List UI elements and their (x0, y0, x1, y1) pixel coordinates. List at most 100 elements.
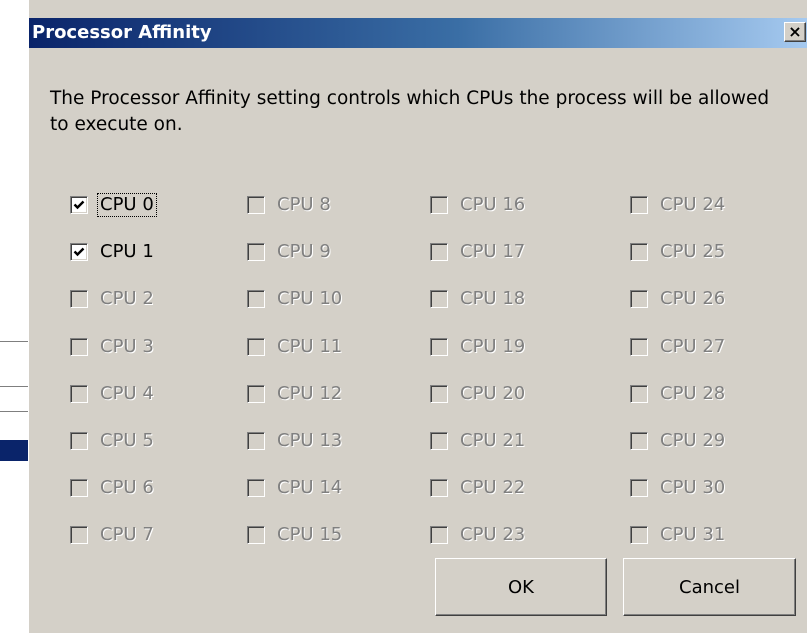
cpu-checkbox-19: CPU 19 (430, 333, 527, 361)
cpu-checkbox-1[interactable]: CPU 1 (70, 238, 156, 266)
cpu-checkbox-5: CPU 5 (70, 427, 156, 455)
checkbox-box (430, 290, 448, 308)
cancel-button[interactable]: Cancel (623, 558, 796, 616)
checkbox-box (247, 196, 265, 214)
cpu-checkbox-12: CPU 12 (247, 380, 344, 408)
cpu-label: CPU 8 (277, 194, 331, 215)
cpu-label: CPU 21 (460, 430, 526, 451)
background-window-line (0, 411, 28, 412)
cpu-checkbox-23: CPU 23 (430, 521, 527, 549)
cpu-label: CPU 19 (460, 336, 526, 357)
cpu-label: CPU 24 (660, 194, 726, 215)
cpu-checkbox-6: CPU 6 (70, 474, 156, 502)
cpu-checkbox-18: CPU 18 (430, 285, 527, 313)
checkbox-box (247, 338, 265, 356)
cpu-checkbox-7: CPU 7 (70, 521, 156, 549)
cpu-label: CPU 1 (100, 241, 154, 262)
cpu-checkbox-0[interactable]: CPU 0 (70, 191, 157, 219)
ok-button[interactable]: OK (435, 558, 607, 616)
cpu-checkbox-22: CPU 22 (430, 474, 527, 502)
cpu-checkbox-15: CPU 15 (247, 521, 344, 549)
checkbox-box (70, 385, 88, 403)
checkbox-box (630, 243, 648, 261)
cpu-label: CPU 11 (277, 336, 343, 357)
cpu-checkbox-31: CPU 31 (630, 521, 727, 549)
cpu-label: CPU 5 (100, 430, 154, 451)
cpu-label: CPU 6 (100, 477, 154, 498)
checkbox-box[interactable] (70, 243, 88, 261)
checkbox-box (70, 432, 88, 450)
checkbox-box (430, 196, 448, 214)
cpu-label: CPU 25 (660, 241, 726, 262)
cpu-checkbox-3: CPU 3 (70, 333, 156, 361)
checkbox-box (430, 432, 448, 450)
cpu-checkbox-17: CPU 17 (430, 238, 527, 266)
cpu-label: CPU 30 (660, 477, 726, 498)
checkbox-box (430, 385, 448, 403)
checkbox-box (630, 196, 648, 214)
check-mark-icon (73, 247, 85, 257)
title-bar[interactable]: Processor Affinity × (29, 18, 807, 48)
cpu-label: CPU 31 (660, 524, 726, 545)
cpu-checkbox-24: CPU 24 (630, 191, 727, 219)
checkbox-box (630, 338, 648, 356)
checkbox-box (430, 479, 448, 497)
cpu-checkbox-30: CPU 30 (630, 474, 727, 502)
cpu-checkbox-9: CPU 9 (247, 238, 333, 266)
cpu-label: CPU 18 (460, 288, 526, 309)
cpu-checkbox-29: CPU 29 (630, 427, 727, 455)
cpu-checkbox-4: CPU 4 (70, 380, 156, 408)
cpu-label: CPU 2 (100, 288, 154, 309)
cpu-checkbox-26: CPU 26 (630, 285, 727, 313)
checkbox-box (630, 290, 648, 308)
cpu-checkbox-20: CPU 20 (430, 380, 527, 408)
cpu-checkbox-13: CPU 13 (247, 427, 344, 455)
cpu-label: CPU 23 (460, 524, 526, 545)
checkbox-box (70, 479, 88, 497)
checkbox-box (247, 526, 265, 544)
cpu-checkbox-11: CPU 11 (247, 333, 344, 361)
background-window (0, 0, 28, 633)
checkbox-box[interactable] (70, 196, 88, 214)
checkbox-box (430, 338, 448, 356)
cpu-label: CPU 12 (277, 383, 343, 404)
cpu-label: CPU 22 (460, 477, 526, 498)
affinity-description: The Processor Affinity setting controls … (50, 88, 770, 135)
checkbox-box (70, 338, 88, 356)
cpu-label: CPU 17 (460, 241, 526, 262)
cpu-label: CPU 28 (660, 383, 726, 404)
cpu-label: CPU 0 (97, 193, 157, 217)
checkbox-box (630, 526, 648, 544)
cpu-label: CPU 29 (660, 430, 726, 451)
cpu-label: CPU 13 (277, 430, 343, 451)
cpu-checkbox-28: CPU 28 (630, 380, 727, 408)
cpu-label: CPU 3 (100, 336, 154, 357)
cpu-checkbox-2: CPU 2 (70, 285, 156, 313)
cpu-label: CPU 14 (277, 477, 343, 498)
cpu-checkbox-14: CPU 14 (247, 474, 344, 502)
cpu-checkbox-8: CPU 8 (247, 191, 333, 219)
checkbox-box (630, 432, 648, 450)
checkbox-box (247, 479, 265, 497)
cpu-checkbox-10: CPU 10 (247, 285, 344, 313)
close-icon: × (788, 22, 802, 41)
checkbox-box (70, 526, 88, 544)
background-window-line (0, 386, 28, 387)
checkbox-box (630, 385, 648, 403)
check-mark-icon (73, 200, 85, 210)
background-window-selection (0, 440, 28, 461)
checkbox-box (247, 243, 265, 261)
cpu-label: CPU 15 (277, 524, 343, 545)
close-button[interactable]: × (784, 22, 806, 42)
checkbox-box (70, 290, 88, 308)
checkbox-box (247, 385, 265, 403)
checkbox-box (247, 290, 265, 308)
cpu-checkbox-21: CPU 21 (430, 427, 527, 455)
checkbox-box (430, 526, 448, 544)
cpu-label: CPU 16 (460, 194, 526, 215)
dialog-title: Processor Affinity (32, 22, 212, 43)
processor-affinity-dialog: Processor Affinity × The Processor Affin… (28, 0, 807, 633)
checkbox-box (247, 432, 265, 450)
cpu-label: CPU 20 (460, 383, 526, 404)
cpu-label: CPU 27 (660, 336, 726, 357)
